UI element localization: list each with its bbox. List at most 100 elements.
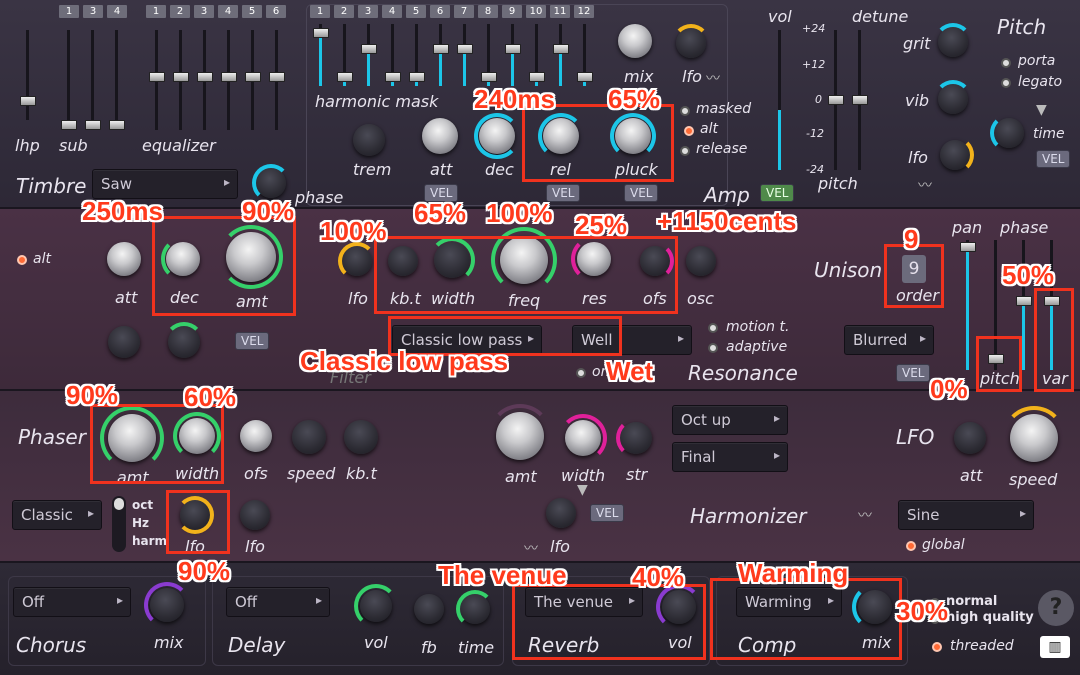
- pitch-vel-button[interactable]: VEL: [1036, 150, 1071, 168]
- mix-knob[interactable]: [618, 24, 652, 58]
- amp-vel-button[interactable]: VEL: [760, 184, 795, 202]
- sub-handle[interactable]: [85, 120, 101, 130]
- lhp-slider[interactable]: [26, 30, 29, 120]
- fb-knob[interactable]: [414, 594, 444, 624]
- sub-handle[interactable]: [61, 120, 77, 130]
- sub-slider[interactable]: [91, 30, 94, 130]
- eq-num: 4: [218, 5, 238, 18]
- harm-vel-button[interactable]: VEL: [590, 504, 625, 522]
- chorus-type-dropdown[interactable]: Off: [13, 587, 131, 617]
- eq-handle[interactable]: [221, 72, 237, 82]
- annotation-filter-type: Classic low pass: [300, 346, 509, 376]
- harm-mode1-dropdown[interactable]: Oct up: [672, 405, 788, 435]
- harmonic-handle[interactable]: [553, 44, 569, 54]
- phaser-kbt-knob[interactable]: [344, 420, 378, 454]
- filter-att-label: att: [115, 288, 138, 307]
- annotation-box: [512, 584, 706, 660]
- phase-handle[interactable]: [1016, 296, 1032, 306]
- phaser-lfo2-knob[interactable]: [240, 500, 270, 530]
- shape-knob[interactable]: [108, 326, 140, 358]
- harmonic-handle[interactable]: [505, 44, 521, 54]
- filter-vel-button[interactable]: VEL: [235, 332, 270, 350]
- filter-on-radio[interactable]: [576, 368, 586, 378]
- chevron-down-icon[interactable]: ▼: [1036, 102, 1047, 118]
- spread-type-dropdown[interactable]: Blurred: [844, 325, 934, 355]
- threaded-radio[interactable]: [932, 642, 942, 652]
- sub-slider[interactable]: [115, 30, 118, 130]
- phaser-speed-knob[interactable]: [292, 420, 326, 454]
- eq-handle[interactable]: [197, 72, 213, 82]
- release-radio[interactable]: [680, 146, 690, 156]
- pluck-vel-button[interactable]: VEL: [624, 184, 659, 202]
- pan-label: pan: [952, 218, 983, 237]
- unison-vel-button[interactable]: VEL: [896, 364, 931, 382]
- harmonic-handle[interactable]: [361, 44, 377, 54]
- phaser-ofs-knob[interactable]: [240, 420, 272, 452]
- lfo-shape-dropdown[interactable]: Sine: [898, 500, 1034, 530]
- delay-time-ring: [456, 590, 494, 628]
- harmonic-handle[interactable]: [577, 72, 593, 82]
- lfo-att-knob[interactable]: [954, 422, 986, 454]
- annotation-rel: 240ms: [474, 84, 555, 114]
- legato-radio[interactable]: [1001, 78, 1011, 88]
- filter-lfo-ring: [338, 242, 376, 280]
- harm-lfo-knob[interactable]: [546, 498, 576, 528]
- amp-title: Amp: [704, 183, 750, 207]
- att-knob[interactable]: [422, 118, 458, 154]
- masked-radio[interactable]: [680, 106, 690, 116]
- porta-radio[interactable]: [1001, 58, 1011, 68]
- chevron-down-icon[interactable]: ▼: [577, 482, 588, 498]
- harmonic-handle[interactable]: [529, 72, 545, 82]
- trem-knob[interactable]: [353, 124, 385, 156]
- alt-radio[interactable]: [684, 126, 694, 136]
- harmonic-mask-label: harmonic mask: [315, 92, 439, 111]
- pan-handle[interactable]: [960, 242, 976, 252]
- harmonic-handle[interactable]: [457, 44, 473, 54]
- motion-radio[interactable]: [708, 323, 718, 333]
- unit-switch-knob[interactable]: [114, 498, 124, 510]
- phaser-type-dropdown[interactable]: Classic: [12, 500, 102, 530]
- sub-handle[interactable]: [109, 120, 125, 130]
- eq-handle[interactable]: [149, 72, 165, 82]
- grit-ring: [934, 23, 972, 61]
- sub-label: sub: [59, 136, 88, 155]
- filter-alt-radio[interactable]: [17, 255, 27, 265]
- lhp-handle[interactable]: [20, 96, 36, 106]
- annotation-width: 65%: [414, 198, 467, 228]
- global-radio[interactable]: [906, 541, 916, 551]
- keyboard-icon[interactable]: ▥: [1040, 636, 1070, 658]
- harm-mode2-dropdown[interactable]: Final: [672, 442, 788, 472]
- pitch-handle[interactable]: [828, 95, 844, 105]
- detune-handle[interactable]: [852, 95, 868, 105]
- delay-type-dropdown[interactable]: Off: [226, 587, 330, 617]
- lfo-speed-ring: [1002, 406, 1066, 470]
- sub-slider[interactable]: [67, 30, 70, 130]
- pitch-title: Pitch: [997, 15, 1047, 39]
- phaser-lfo2-label: lfo: [245, 537, 265, 556]
- harmonic-handle[interactable]: [385, 72, 401, 82]
- waveform-dropdown[interactable]: Saw: [92, 169, 238, 199]
- phase-fill: [1022, 302, 1025, 370]
- adaptive-radio[interactable]: [708, 343, 718, 353]
- annotation-reverb-vol: 40%: [632, 562, 685, 592]
- divider: [0, 389, 1080, 391]
- harmonic-handle[interactable]: [313, 28, 329, 38]
- eq-handle[interactable]: [269, 72, 285, 82]
- harmonic-handle[interactable]: [481, 72, 497, 82]
- eq-handle[interactable]: [245, 72, 261, 82]
- annotation-comp: Warming: [738, 558, 849, 588]
- harmonic-num: 8: [478, 5, 498, 18]
- sub-num: 1: [59, 5, 79, 18]
- help-button[interactable]: ?: [1038, 590, 1074, 626]
- harmonic-handle[interactable]: [433, 44, 449, 54]
- resonance-label: Resonance: [688, 361, 798, 385]
- harmonic-handle[interactable]: [409, 72, 425, 82]
- osc-knob[interactable]: [686, 246, 716, 276]
- eq-handle[interactable]: [173, 72, 189, 82]
- trem-label: trem: [353, 160, 392, 179]
- harmonic-num: 11: [550, 5, 570, 18]
- porta-label: porta: [1018, 53, 1056, 69]
- harmonic-handle[interactable]: [337, 72, 353, 82]
- filter-att-knob[interactable]: [107, 242, 141, 276]
- delay-title: Delay: [228, 633, 286, 657]
